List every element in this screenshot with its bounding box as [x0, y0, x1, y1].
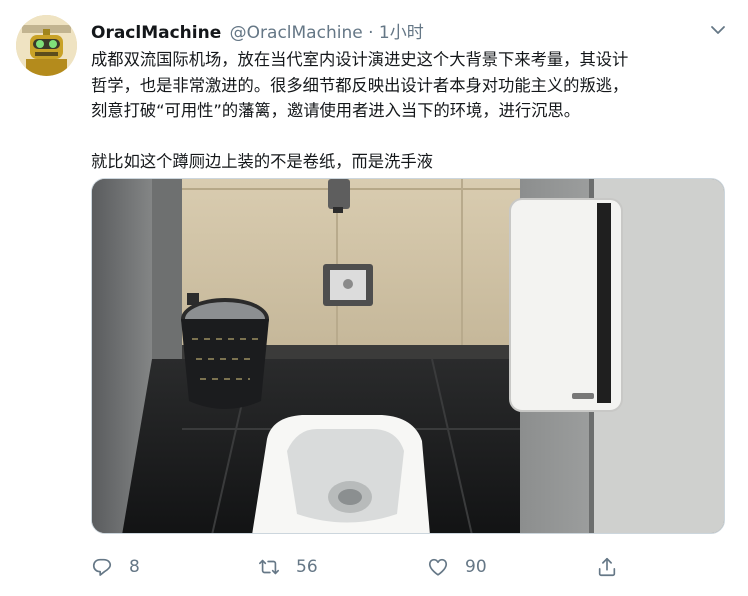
like-button[interactable]: 90 [427, 552, 487, 582]
share-icon [598, 557, 616, 577]
tweet-text-line: 就比如这个蹲厕边上装的不是卷纸，而是洗手液 [91, 151, 433, 171]
tweet-text-line: 成都双流国际机场，放在当代室内设计演进史这个大背景下来考量，其设计 [91, 50, 629, 69]
robot-avatar-icon [16, 15, 77, 76]
tweet-photo[interactable] [91, 178, 725, 534]
reply-icon [92, 558, 112, 576]
tweet-text-line: 哲学，也是非常激进的。很多细节都反映出设计者本身对功能主义的叛逃， [91, 75, 629, 95]
tweet-actions: 8 56 90 [91, 552, 731, 582]
separator-dot: · [368, 23, 374, 43]
timestamp[interactable]: 1小时 [379, 23, 424, 43]
share-button[interactable] [596, 552, 618, 582]
tweet-card[interactable]: OraclMachine @OraclMachine · 1小时 成都双流国际机… [0, 0, 748, 596]
tweet-text-line: 刻意打破“可用性”的藩篱，邀请使用者进入当下的环境，进行沉思。 [91, 101, 581, 120]
display-name[interactable]: OraclMachine [91, 23, 221, 43]
reply-count: 8 [129, 557, 140, 577]
heart-icon [428, 558, 448, 576]
tweet-text: 成都双流国际机场，放在当代室内设计演进史这个大背景下来考量，其设计 哲学，也是非… [91, 47, 731, 174]
toilet-stall-photo [92, 179, 724, 533]
retweet-count: 56 [296, 557, 318, 577]
like-count: 90 [465, 557, 487, 577]
reply-button[interactable]: 8 [91, 552, 140, 582]
chevron-down-icon[interactable] [710, 22, 726, 38]
tweet-header: OraclMachine @OraclMachine · 1小时 [91, 18, 424, 43]
retweet-button[interactable]: 56 [258, 552, 318, 582]
retweet-icon [259, 559, 279, 575]
avatar[interactable] [16, 15, 77, 76]
user-handle[interactable]: @OraclMachine [230, 23, 363, 43]
